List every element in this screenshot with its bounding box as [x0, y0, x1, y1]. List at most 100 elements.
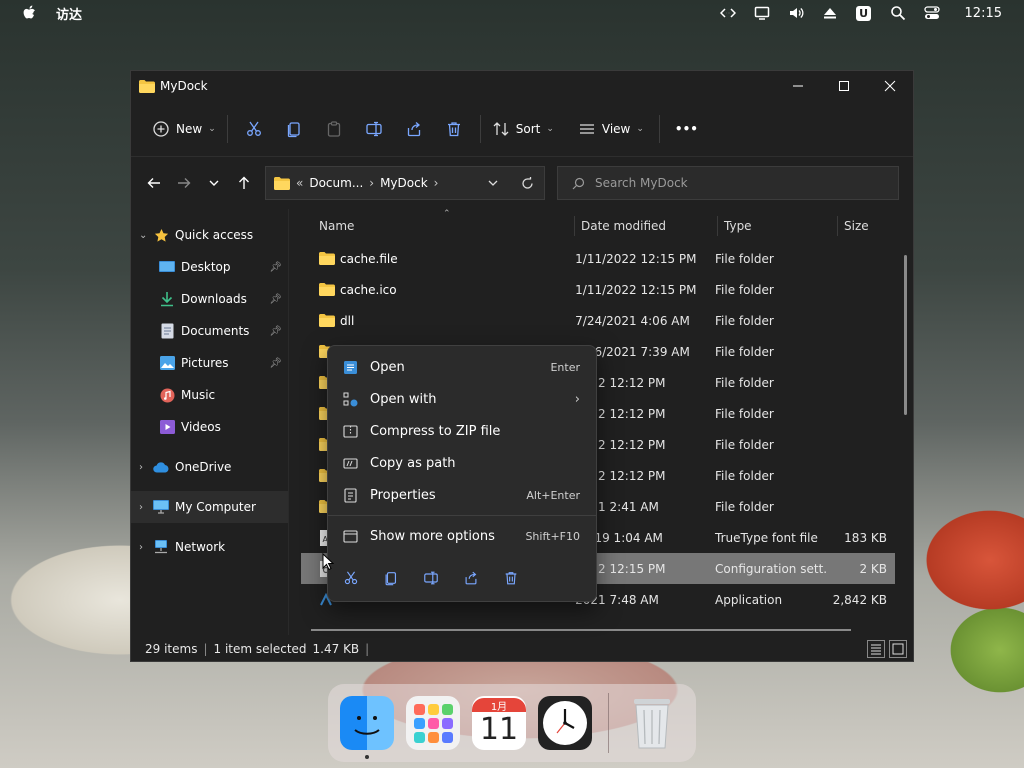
- sidebar-item-network[interactable]: › Network: [131, 531, 288, 563]
- share-button[interactable]: [394, 113, 434, 145]
- arrow-up-icon: [239, 176, 249, 189]
- rename-button[interactable]: [354, 113, 394, 145]
- file-type: File folder: [715, 468, 774, 483]
- calendar-app-icon[interactable]: 1月 11: [472, 696, 526, 750]
- sidebar-item-quick-access[interactable]: ⌄ Quick access: [131, 219, 288, 251]
- breadcrumb-mydock[interactable]: MyDock: [380, 176, 428, 190]
- active-app-name[interactable]: 访达: [56, 4, 82, 23]
- sidebar-item-label: Downloads: [181, 292, 247, 306]
- sidebar-item-onedrive[interactable]: › OneDrive: [131, 451, 288, 483]
- menu-item-open[interactable]: Open Enter: [328, 351, 596, 383]
- menu-item-copy-as-path[interactable]: Copy as path: [328, 447, 596, 479]
- back-button[interactable]: [139, 168, 169, 198]
- share-icon: [465, 571, 477, 585]
- title-bar[interactable]: MyDock: [131, 71, 913, 101]
- sidebar-item-label: Network: [175, 540, 226, 554]
- table-row[interactable]: cache.file 1/11/2022 12:15 PM File folde…: [301, 243, 895, 274]
- arrow-right-icon: [178, 178, 191, 188]
- menu-item-compress-zip[interactable]: Compress to ZIP file: [328, 415, 596, 447]
- file-name: cache.file: [340, 251, 398, 266]
- code-brackets-icon[interactable]: [711, 2, 745, 24]
- running-indicator: [365, 755, 369, 759]
- maximize-icon: [839, 81, 849, 91]
- menu-item-open-with[interactable]: Open with ›: [328, 383, 596, 415]
- chevron-right-icon[interactable]: ›: [139, 502, 153, 513]
- sidebar-item-my-computer[interactable]: › My Computer: [131, 491, 288, 523]
- maximize-button[interactable]: [821, 71, 867, 101]
- chevron-right-icon[interactable]: ›: [434, 176, 439, 190]
- volume-icon[interactable]: [779, 2, 813, 24]
- table-row[interactable]: cache.ico 1/11/2022 12:15 PM File folder: [301, 274, 895, 305]
- column-header-type[interactable]: Type: [718, 216, 838, 236]
- eject-icon[interactable]: [813, 2, 847, 24]
- breadcrumb-overflow[interactable]: «: [296, 176, 303, 190]
- toolbar-divider: [226, 114, 228, 143]
- file-date: 1/11/2022 12:15 PM: [575, 282, 697, 297]
- breadcrumb-documents[interactable]: Docum...: [309, 176, 363, 190]
- share-button[interactable]: [460, 567, 482, 589]
- computer-icon: [153, 499, 169, 515]
- chevron-right-icon[interactable]: ›: [139, 542, 153, 553]
- clock-app-icon[interactable]: [538, 696, 592, 750]
- refresh-button[interactable]: [510, 167, 544, 199]
- cut-button[interactable]: [340, 567, 362, 589]
- menu-item-label: Copy as path: [370, 455, 456, 471]
- search-icon: [572, 177, 585, 189]
- calendar-month: 1月: [472, 698, 526, 713]
- more-options-icon: [342, 528, 358, 544]
- sidebar-item-videos[interactable]: Videos: [131, 411, 288, 443]
- column-header-name[interactable]: Name: [301, 216, 575, 236]
- close-button[interactable]: [867, 71, 913, 101]
- sidebar-item-desktop[interactable]: Desktop 📌︎: [131, 251, 288, 283]
- vertical-scrollbar[interactable]: [904, 255, 907, 415]
- horizontal-scrollbar[interactable]: [311, 629, 851, 631]
- cloud-icon: [153, 459, 169, 475]
- more-options-button[interactable]: •••: [670, 113, 703, 145]
- column-header-size[interactable]: Size: [838, 216, 908, 236]
- search-icon[interactable]: [881, 2, 915, 24]
- desktop-icon: [159, 259, 175, 275]
- rename-button[interactable]: [420, 567, 442, 589]
- chevron-down-icon[interactable]: ⌄: [139, 230, 153, 241]
- details-view-button[interactable]: [867, 640, 885, 658]
- search-input[interactable]: Search MyDock: [595, 176, 688, 190]
- chevron-down-icon: [209, 180, 219, 186]
- trash-app-icon[interactable]: [625, 696, 679, 750]
- menubar-clock[interactable]: 12:15: [965, 6, 1002, 21]
- apple-icon[interactable]: [22, 4, 38, 22]
- finder-app-icon[interactable]: [340, 696, 394, 759]
- up-button[interactable]: [229, 168, 259, 198]
- sidebar-item-music[interactable]: Music: [131, 379, 288, 411]
- trash-icon: [505, 572, 517, 585]
- chevron-right-icon[interactable]: ›: [139, 462, 153, 473]
- forward-button[interactable]: [169, 168, 199, 198]
- recent-locations-button[interactable]: [199, 168, 229, 198]
- sidebar-item-pictures[interactable]: Pictures 📌︎: [131, 347, 288, 379]
- sort-button[interactable]: Sort ⌄: [487, 113, 559, 145]
- address-dropdown-button[interactable]: [476, 167, 510, 199]
- menu-item-show-more-options[interactable]: Show more options Shift+F10: [328, 520, 596, 552]
- u-badge-icon[interactable]: U: [847, 2, 881, 24]
- chevron-right-icon[interactable]: ›: [369, 176, 374, 190]
- selection-size: 1.47 KB: [312, 642, 360, 656]
- display-icon[interactable]: [745, 2, 779, 24]
- control-center-icon[interactable]: [915, 2, 949, 24]
- delete-button[interactable]: [500, 567, 522, 589]
- large-icons-view-button[interactable]: [889, 640, 907, 658]
- copy-button[interactable]: [274, 113, 314, 145]
- sidebar-item-documents[interactable]: Documents 📌︎: [131, 315, 288, 347]
- paste-button[interactable]: [314, 113, 354, 145]
- view-button[interactable]: View ⌄: [573, 113, 649, 145]
- search-box[interactable]: Search MyDock: [557, 166, 899, 200]
- menu-item-properties[interactable]: Properties Alt+Enter: [328, 479, 596, 511]
- cut-button[interactable]: [234, 113, 274, 145]
- minimize-button[interactable]: [775, 71, 821, 101]
- sidebar-item-downloads[interactable]: Downloads 📌︎: [131, 283, 288, 315]
- column-header-date[interactable]: Date modified: [575, 216, 718, 236]
- copy-button[interactable]: [380, 567, 402, 589]
- table-row[interactable]: dll 7/24/2021 4:06 AM File folder: [301, 305, 895, 336]
- launchpad-app-icon[interactable]: [406, 696, 460, 750]
- new-button[interactable]: New ⌄: [147, 113, 221, 145]
- delete-button[interactable]: [434, 113, 474, 145]
- address-bar[interactable]: « Docum... › MyDock ›: [265, 166, 545, 200]
